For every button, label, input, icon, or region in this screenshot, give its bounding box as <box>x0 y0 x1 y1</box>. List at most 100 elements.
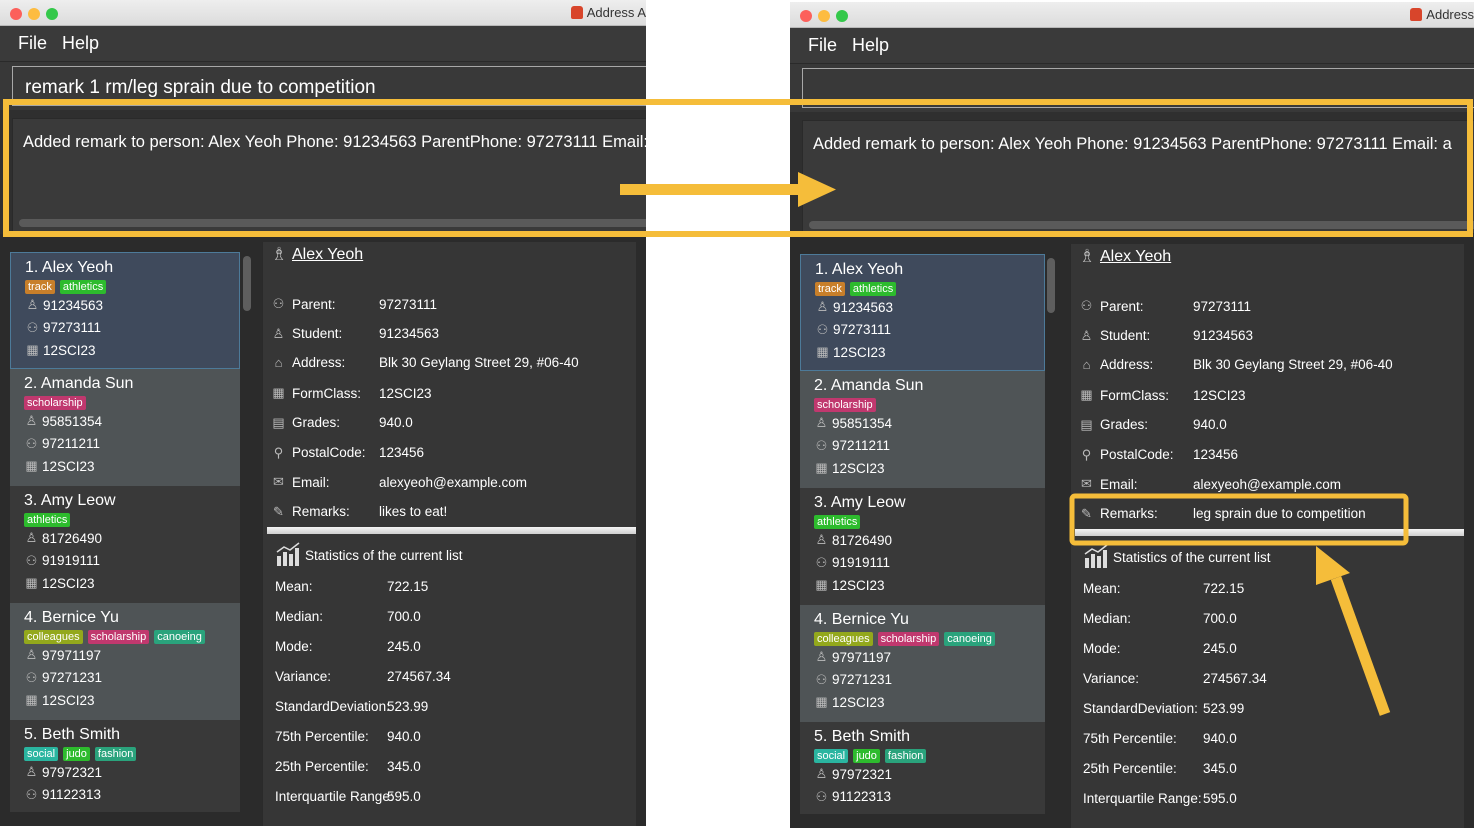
person-name: 3. Amy Leow <box>24 492 116 509</box>
graduate-icon: ♗ <box>1079 246 1096 266</box>
person-card[interactable]: 3. Amy Leow athletics ♙ 81726490 ⚇ 91919111 ▦ 1… <box>10 486 240 603</box>
detail-value: likes to eat! <box>379 504 448 520</box>
statistic-value: 940.0 <box>1203 731 1237 746</box>
detail-row: ⚇ Parent: 97273111 <box>271 296 644 312</box>
person-card[interactable]: 2. Amanda Sun scholarship ♙ 95851354 ⚇ 972112… <box>10 369 240 486</box>
parent-icon: ⚇ <box>25 669 38 685</box>
parent-value: 97211211 <box>832 438 891 453</box>
email-icon: ✉ <box>273 474 284 490</box>
minimize-button[interactable] <box>818 10 830 22</box>
parent-value: 97273111 <box>833 322 892 337</box>
student-row: ♙ 97971197 <box>814 649 891 665</box>
parent-icon: ⚇ <box>815 788 828 804</box>
person-name: 5. Beth Smith <box>24 726 121 743</box>
tag: social <box>24 747 59 761</box>
horizontal-scrollbar[interactable] <box>19 219 646 227</box>
statistic-value: 523.99 <box>387 699 429 714</box>
statistic-label: 25th Percentile: <box>275 759 369 774</box>
maximize-button[interactable] <box>46 8 58 20</box>
tag-list: track athletics <box>25 280 107 294</box>
statistic-value: 700.0 <box>1203 611 1237 626</box>
detail-row: ✎ Remarks: likes to eat! <box>271 504 644 520</box>
list-scrollbar[interactable] <box>1047 258 1055 313</box>
menu-help[interactable]: Help <box>852 35 889 56</box>
parent-value: 97271231 <box>42 670 103 685</box>
statistics-header: Statistics of the current list <box>1083 544 1271 570</box>
tag: athletics <box>59 280 107 294</box>
statistic-row: StandardDeviation: 523.99 <box>275 699 646 714</box>
detail-value: 91234563 <box>1193 328 1254 344</box>
details-name[interactable]: Alex Yeoh <box>292 246 363 264</box>
divider-bar <box>1075 529 1464 536</box>
detail-label: FormClass: <box>292 385 362 401</box>
app-icon <box>1410 8 1423 21</box>
detail-row: ✉ Email: alexyeoh@example.com <box>1079 476 1472 492</box>
command-input[interactable] <box>802 68 1474 108</box>
menu-help[interactable]: Help <box>62 33 99 54</box>
statistic-label: Median: <box>275 609 324 624</box>
tag: scholarship <box>24 396 86 410</box>
details-name[interactable]: Alex Yeoh <box>1100 248 1171 266</box>
parent-value: 97273111 <box>43 320 102 335</box>
horizontal-scrollbar[interactable] <box>809 221 1474 229</box>
menu-file[interactable]: File <box>808 35 837 56</box>
detail-label: Student: <box>1100 328 1151 344</box>
person-name: 1. Alex Yeoh <box>25 259 114 276</box>
student-icon: ♙ <box>25 413 38 428</box>
statistic-row: Mode: 245.0 <box>275 639 646 654</box>
person-card[interactable]: 4. Bernice Yu colleagues scholarship canoei… <box>10 603 240 720</box>
statistic-value: 595.0 <box>387 789 421 804</box>
person-details-panel: ♗ Alex Yeoh ⚇ Parent: 97273111 ♙ Student: 91234… <box>1070 244 1464 828</box>
person-card[interactable]: 5. Beth Smith social judo fashion ♙ 97972321 ⚇… <box>800 722 1045 814</box>
student-value: 97971197 <box>42 647 102 663</box>
command-area <box>790 64 1474 112</box>
statistic-label: 75th Percentile: <box>1083 731 1177 746</box>
person-details-panel: ♗ Alex Yeoh ⚇ Parent: 97273111 ♙ Student: 91234… <box>262 242 636 826</box>
detail-row: ♙ Student: 91234563 <box>271 326 644 342</box>
menu-file[interactable]: File <box>18 33 47 54</box>
maximize-button[interactable] <box>836 10 848 22</box>
formclass-row: ▦ 12SCI23 <box>815 344 886 360</box>
person-name: 2. Amanda Sun <box>814 377 924 394</box>
command-input[interactable]: remark 1 rm/leg sprain due to competitio… <box>12 66 646 106</box>
person-card[interactable]: 1. Alex Yeoh track athletics ♙ 91234563 ⚇ 9727… <box>800 254 1045 371</box>
parent-value: 91122313 <box>42 787 102 802</box>
formclass-row: ▦ 12SCI23 <box>814 460 885 476</box>
detail-row: ⌂ Address: Blk 30 Geylang Street 29, #06-4… <box>1079 357 1472 372</box>
tag: track <box>815 282 845 296</box>
parent-value: 91122313 <box>832 789 892 804</box>
parent-icon: ⚇ <box>26 319 39 335</box>
person-card[interactable]: 1. Alex Yeoh track athletics ♙ 91234563 ⚇ 9727… <box>10 252 240 369</box>
student-value: 91234563 <box>43 297 104 313</box>
divider-bar <box>267 527 636 534</box>
list-scrollbar[interactable] <box>243 256 251 311</box>
tag: athletics <box>814 515 861 529</box>
tag-list: track athletics <box>815 282 897 296</box>
statistic-label: Interquartile Range: <box>1083 791 1202 806</box>
statistic-label: Interquartile Range: <box>275 789 394 804</box>
statistic-label: Mean: <box>1083 581 1121 596</box>
statistic-row: 25th Percentile: 345.0 <box>275 759 646 774</box>
close-button[interactable] <box>10 8 22 20</box>
tag-list: scholarship <box>814 398 876 412</box>
statistics-header: Statistics of the current list <box>275 542 463 568</box>
statistic-row: 75th Percentile: 940.0 <box>1083 731 1474 746</box>
minimize-button[interactable] <box>28 8 40 20</box>
person-card[interactable]: 3. Amy Leow athletics ♙ 81726490 ⚇ 91919111 ▦ 1… <box>800 488 1045 605</box>
student-icon: ♙ <box>25 647 38 662</box>
formclass-value: 12SCI23 <box>832 460 885 476</box>
student-icon: ♙ <box>1080 327 1093 343</box>
detail-label: Email: <box>1100 476 1138 492</box>
statistic-value: 940.0 <box>387 729 421 744</box>
close-button[interactable] <box>800 10 812 22</box>
formclass-value: 12SCI23 <box>833 344 886 360</box>
student-row: ♙ 97972321 <box>814 766 892 782</box>
tag: track <box>25 280 55 294</box>
person-card[interactable]: 4. Bernice Yu colleagues scholarship canoei… <box>800 605 1045 722</box>
student-row: ♙ 81726490 <box>814 532 892 548</box>
statistics-chart-icon <box>1084 544 1108 568</box>
person-card[interactable]: 2. Amanda Sun scholarship ♙ 95851354 ⚇ 972112… <box>800 371 1045 488</box>
detail-value: 12SCI23 <box>379 385 432 401</box>
detail-label: Email: <box>292 474 330 490</box>
person-card[interactable]: 5. Beth Smith social judo fashion ♙ 97972321 ⚇… <box>10 720 240 812</box>
